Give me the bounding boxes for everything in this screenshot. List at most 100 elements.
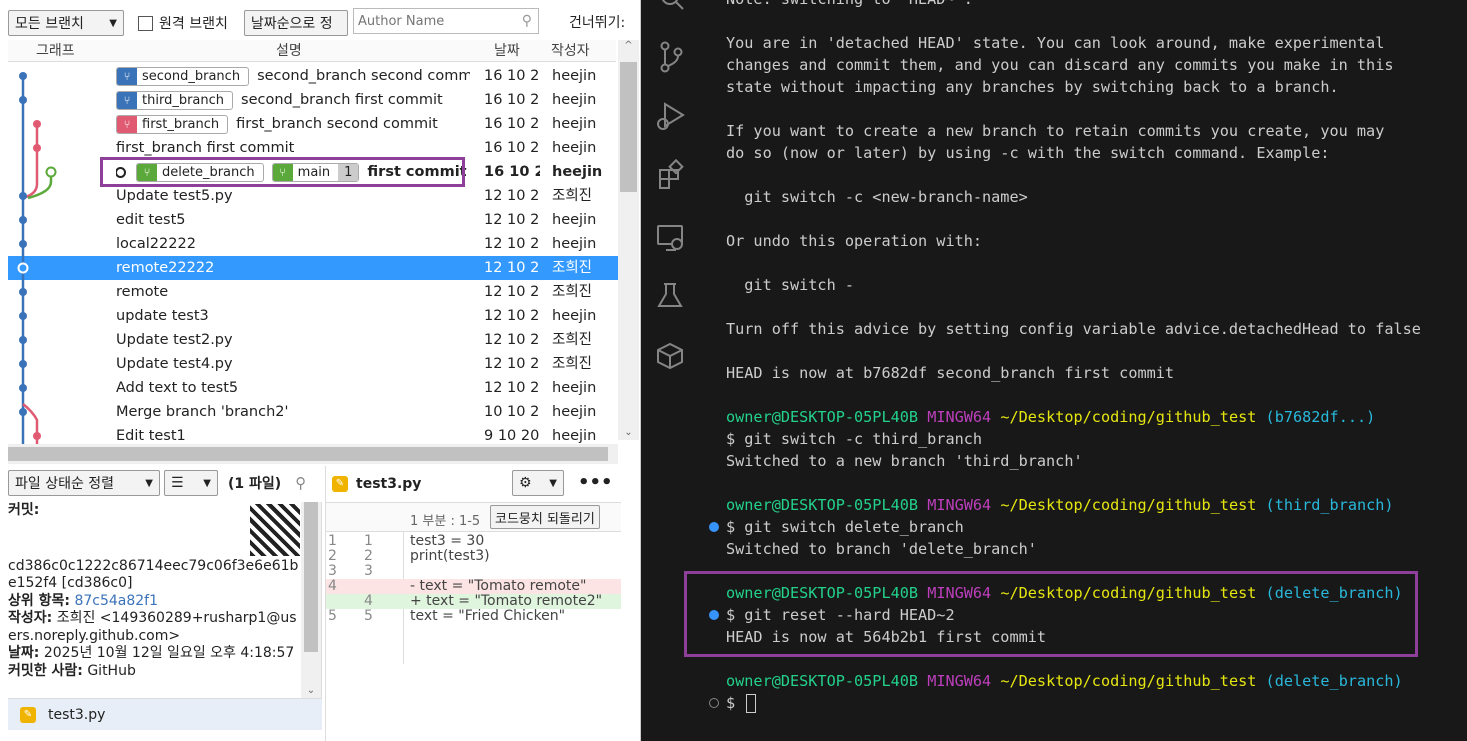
branch-tag-label: first_branch — [142, 116, 220, 132]
commit-description: Edit test1 — [116, 424, 470, 444]
remote-branch-toggle[interactable]: 원격 브랜치 — [138, 13, 228, 33]
author-value: 조희진 <149360289+rusharp1@users.noreply.gi… — [8, 610, 297, 644]
author-search-input[interactable] — [358, 13, 508, 29]
prompt-path: ~/Desktop/coding/github_test — [1000, 496, 1257, 514]
commit-description: Merge branch 'branch2' — [116, 400, 470, 424]
prompt-user: owner@DESKTOP-05PL40B — [726, 672, 919, 690]
graph-node — [19, 360, 27, 368]
col-author[interactable]: 작성자 — [551, 40, 590, 62]
col-graph[interactable]: 그래프 — [36, 40, 75, 62]
chevron-down-icon: ▼ — [549, 477, 557, 489]
commit-message: edit test5 — [116, 212, 186, 228]
more-icon[interactable]: ••• — [578, 472, 613, 493]
run-debug-icon[interactable] — [657, 102, 685, 130]
scroll-thumb[interactable] — [620, 62, 637, 192]
new-line-number: 5 — [364, 608, 373, 624]
terminal-line: git switch - — [726, 276, 855, 294]
view-mode-dropdown[interactable]: ☰ ▼ — [164, 470, 218, 496]
terminal-line: Or undo this operation with: — [726, 232, 983, 250]
file-sort-dropdown[interactable]: 파일 상태순 정렬 ▼ — [8, 470, 160, 496]
commit-message: first_branch first commit — [116, 140, 295, 156]
chevron-down-icon: ▼ — [203, 477, 211, 489]
details-scrollbar[interactable]: ⌄ — [301, 502, 321, 698]
commit-date: 16 10 2 — [484, 68, 540, 84]
commit-description: update test3 — [116, 304, 470, 328]
diff-line: 33 — [326, 564, 621, 579]
file-count: (1 파일) — [228, 476, 282, 492]
jump-label: 건너뛰기: — [569, 15, 626, 31]
commit-author: heejin — [552, 68, 597, 84]
date-label: 날짜: — [8, 645, 40, 661]
diff-settings-dropdown[interactable]: ⚙ ▼ — [512, 470, 564, 496]
commit-date: 12 10 2 — [484, 260, 540, 276]
scroll-up-icon[interactable]: ^ — [618, 40, 639, 51]
remote-explorer-icon[interactable] — [657, 225, 683, 251]
log-vertical-scrollbar[interactable]: ^ ⌄ — [618, 40, 639, 440]
commit-author: 조희진 — [552, 332, 593, 348]
containers-icon[interactable] — [657, 342, 683, 370]
diff-line: 5 5 text = "Fried Chicken" — [326, 609, 621, 624]
graph-node — [19, 312, 27, 320]
scroll-down-icon[interactable]: ⌄ — [618, 427, 639, 438]
scroll-down-icon[interactable]: ⌄ — [301, 685, 321, 696]
commit-date: 12 10 2 — [484, 380, 540, 396]
remote-branch-checkbox[interactable] — [138, 15, 153, 31]
commit-description: Update test2.py — [116, 328, 470, 352]
diff-line-text: + text = "Tomato remote2" — [410, 593, 603, 609]
col-date[interactable]: 날짜 — [494, 40, 520, 62]
committer-value: GitHub — [87, 662, 136, 679]
diff-line: 1 1 test3 = 30 — [326, 534, 621, 549]
commit-author: heejin — [552, 404, 597, 420]
col-description[interactable]: 설명 — [276, 40, 302, 62]
commit-date: 12 10 2 — [484, 332, 540, 348]
commit-message: Update test4.py — [116, 356, 233, 372]
commit-author: heejin — [552, 236, 597, 252]
commit-hash[interactable]: cd386c0c1222c86714eec79c06f3e6e61be152f4… — [8, 558, 301, 593]
log-column-header: 그래프 설명 날짜 작성자 — [8, 40, 616, 62]
prompt-path: ~/Desktop/coding/github_test — [1000, 408, 1257, 426]
diff-line-text: text = "Fried Chicken" — [410, 608, 566, 624]
hunk-header: 1 부분 : 1-5 코드뭉치 되돌리기 — [326, 502, 621, 532]
branch-icon: ⑂ — [117, 67, 137, 85]
author-search[interactable]: ⚲ — [353, 8, 539, 34]
parent-link[interactable]: 87c54a82f1 — [74, 593, 158, 609]
chevron-down-icon: ▼ — [109, 17, 117, 29]
highlight-box-head-commit — [100, 157, 465, 187]
terminal-prompt: owner@DESKTOP-05PL40B MINGW64 ~/Desktop/… — [726, 406, 1375, 428]
branch-tag[interactable]: ⑂ second_branch — [116, 66, 250, 86]
testing-icon[interactable] — [657, 283, 683, 307]
scroll-thumb[interactable] — [304, 502, 318, 652]
commit-date: 16 10 2 — [484, 164, 540, 180]
scroll-thumb[interactable] — [8, 447, 608, 461]
revert-hunk-button[interactable]: 코드뭉치 되돌리기 — [490, 505, 600, 529]
branch-tag[interactable]: ⑂ third_branch — [116, 90, 234, 110]
diff-line-text: test3 = 30 — [410, 533, 485, 549]
sort-dropdown[interactable]: 날짜순으로 정 — [243, 10, 348, 36]
branch-filter-dropdown[interactable]: 모든 브랜치 ▼ — [8, 10, 124, 36]
extensions-icon[interactable] — [659, 158, 684, 189]
graph-node — [17, 262, 29, 274]
commit-message: Update test2.py — [116, 332, 233, 348]
commit-author: heejin — [552, 140, 597, 156]
log-horizontal-scrollbar[interactable] — [8, 444, 618, 464]
terminal-line: state without impacting any branches by … — [726, 78, 1339, 96]
file-row[interactable]: ✎ test3.py — [8, 698, 322, 730]
new-line-number: 4 — [364, 593, 373, 609]
source-control-icon[interactable] — [660, 41, 683, 73]
terminal-output-line: Switched to a new branch 'third_branch' — [726, 452, 1083, 470]
commit-date: 12 10 2 — [484, 356, 540, 372]
search-icon[interactable] — [661, 0, 684, 10]
search-icon[interactable]: ⚲ — [295, 474, 306, 492]
diff-line: 4 + text = "Tomato remote2" — [326, 594, 621, 609]
commit-description: remote — [116, 280, 470, 304]
terminal-output-line: Switched to branch 'delete_branch' — [726, 540, 1037, 558]
diff-pane: ✎ test3.py ⚙ ▼ ••• 1 부분 : 1-5 코드뭉치 되돌리기 … — [325, 466, 621, 741]
graph-node — [33, 432, 41, 440]
commit-message: update test3 — [116, 308, 209, 324]
prompt-user: owner@DESKTOP-05PL40B — [726, 496, 919, 514]
graph-node — [19, 384, 27, 392]
branch-tag[interactable]: ⑂ first_branch — [116, 114, 229, 134]
commit-date: 16 10 2 — [484, 116, 540, 132]
commit-author: heejin — [552, 428, 597, 444]
commit-author: 조희진 — [552, 188, 593, 204]
